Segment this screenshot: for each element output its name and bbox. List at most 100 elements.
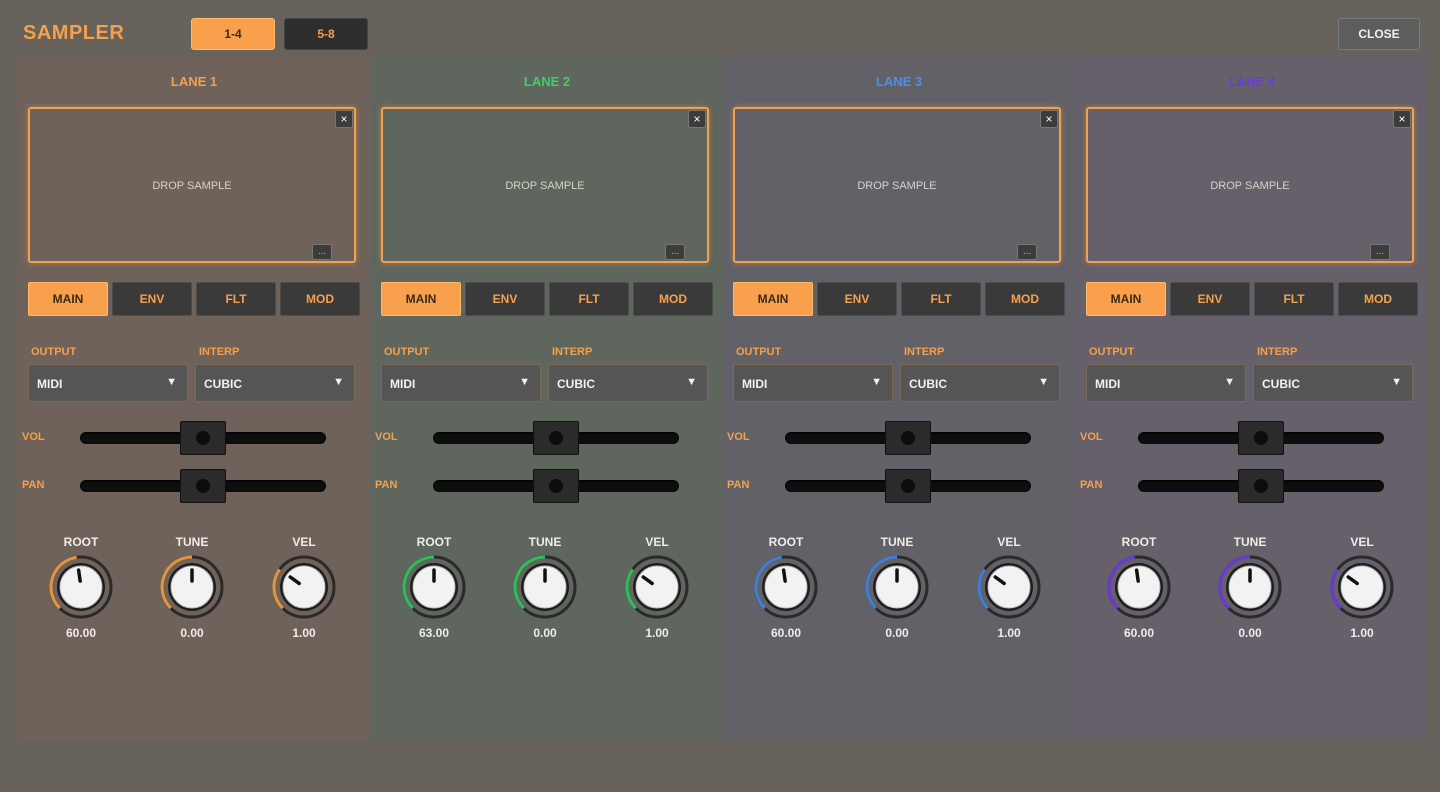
output-value: MIDI [37,377,63,391]
dropdown-arrow-icon: ▼ [871,376,882,388]
pan-slider-thumb[interactable] [885,469,931,503]
knob-label-tune: TUNE [1233,535,1267,549]
sample-drop-zone[interactable]: DROP SAMPLE × ... [28,107,356,263]
sample-options-button[interactable]: ... [1017,244,1037,260]
tab-env[interactable]: ENV [465,282,545,316]
knob-label-root: ROOT [768,535,804,549]
knob-value-root: 60.00 [1123,626,1155,640]
tab-env[interactable]: ENV [817,282,897,316]
clear-sample-button[interactable]: × [1040,110,1058,128]
output-select[interactable]: MIDI ▼ [733,364,893,402]
interp-label: INTERP [904,346,945,358]
root-knob[interactable] [401,554,467,620]
interp-select[interactable]: CUBIC ▼ [1253,364,1413,402]
dropdown-arrow-icon: ▼ [519,376,530,388]
output-select[interactable]: MIDI ▼ [381,364,541,402]
clear-sample-button[interactable]: × [1393,110,1411,128]
dropdown-arrow-icon: ▼ [1224,376,1235,388]
pan-slider-thumb[interactable] [533,469,579,503]
knob-label-tune: TUNE [528,535,562,549]
tab-flt[interactable]: FLT [1254,282,1334,316]
knob-label-tune: TUNE [175,535,209,549]
vol-slider-thumb[interactable] [533,421,579,455]
tab-mod[interactable]: MOD [985,282,1065,316]
sample-options-button[interactable]: ... [665,244,685,260]
knob-value-tune: 0.00 [885,626,909,640]
tab-main[interactable]: MAIN [733,282,813,316]
pan-slider-thumb[interactable] [1238,469,1284,503]
knob-label-vel: VEL [997,535,1021,549]
tab-flt[interactable]: FLT [901,282,981,316]
knob-value-tune: 0.00 [1238,626,1262,640]
page-1-4-button[interactable]: 1-4 [191,18,275,50]
tab-main[interactable]: MAIN [28,282,108,316]
knob-label-root: ROOT [416,535,452,549]
tune-knob[interactable] [512,554,578,620]
sample-drop-zone[interactable]: DROP SAMPLE × ... [733,107,1061,263]
tab-mod[interactable]: MOD [1338,282,1418,316]
tab-main[interactable]: MAIN [381,282,461,316]
sample-options-button[interactable]: ... [312,244,332,260]
pan-label: PAN [1080,479,1103,491]
clear-sample-button[interactable]: × [688,110,706,128]
knob-value-vel: 1.00 [997,626,1021,640]
knob-value-root: 60.00 [65,626,97,640]
lane-tabs: MAIN ENV FLT MOD [28,282,360,316]
interp-label: INTERP [199,346,240,358]
lane-tabs: MAIN ENV FLT MOD [733,282,1065,316]
lane-4: LANE 4 DROP SAMPLE × ... MAIN ENV FLT MOD O… [1076,56,1428,740]
pan-label: PAN [727,479,750,491]
vel-knob[interactable] [624,554,690,620]
vol-label: VOL [375,431,398,443]
knob-value-vel: 1.00 [645,626,669,640]
sample-options-button[interactable]: ... [1370,244,1390,260]
root-knob[interactable] [48,554,114,620]
vel-knob[interactable] [271,554,337,620]
vol-slider-thumb[interactable] [885,421,931,455]
vel-knob[interactable] [976,554,1042,620]
tab-main[interactable]: MAIN [1086,282,1166,316]
dropdown-arrow-icon: ▼ [1038,376,1049,388]
output-label: OUTPUT [1089,346,1135,358]
pan-slider-thumb[interactable] [180,469,226,503]
interp-select[interactable]: CUBIC ▼ [900,364,1060,402]
output-label: OUTPUT [384,346,430,358]
close-button[interactable]: CLOSE [1338,18,1420,50]
sample-drop-zone[interactable]: DROP SAMPLE × ... [1086,107,1414,263]
tune-knob[interactable] [1217,554,1283,620]
root-knob[interactable] [753,554,819,620]
vol-slider-thumb[interactable] [180,421,226,455]
pan-label: PAN [375,479,398,491]
tab-mod[interactable]: MOD [280,282,360,316]
output-select[interactable]: MIDI ▼ [28,364,188,402]
dropdown-arrow-icon: ▼ [333,376,344,388]
interp-select[interactable]: CUBIC ▼ [195,364,355,402]
interp-value: CUBIC [204,377,242,391]
knob-value-vel: 1.00 [1350,626,1374,640]
interp-select[interactable]: CUBIC ▼ [548,364,708,402]
tune-knob[interactable] [864,554,930,620]
output-value: MIDI [742,377,768,391]
output-value: MIDI [390,377,416,391]
sample-drop-zone[interactable]: DROP SAMPLE × ... [381,107,709,263]
knob-label-vel: VEL [645,535,669,549]
vel-knob[interactable] [1329,554,1395,620]
page-5-8-button[interactable]: 5-8 [284,18,368,50]
tab-env[interactable]: ENV [112,282,192,316]
tab-env[interactable]: ENV [1170,282,1250,316]
tune-knob[interactable] [159,554,225,620]
sampler-title: SAMPLER [23,22,125,44]
interp-label: INTERP [1257,346,1298,358]
tab-mod[interactable]: MOD [633,282,713,316]
vol-slider-thumb[interactable] [1238,421,1284,455]
lane-2: LANE 2 DROP SAMPLE × ... MAIN ENV FLT MOD O… [371,56,723,740]
clear-sample-button[interactable]: × [335,110,353,128]
tab-flt[interactable]: FLT [549,282,629,316]
knob-value-vel: 1.00 [292,626,316,640]
lane-title: LANE 2 [523,74,571,89]
output-select[interactable]: MIDI ▼ [1086,364,1246,402]
tab-flt[interactable]: FLT [196,282,276,316]
lane-title: LANE 3 [875,74,923,89]
dropdown-arrow-icon: ▼ [166,376,177,388]
root-knob[interactable] [1106,554,1172,620]
